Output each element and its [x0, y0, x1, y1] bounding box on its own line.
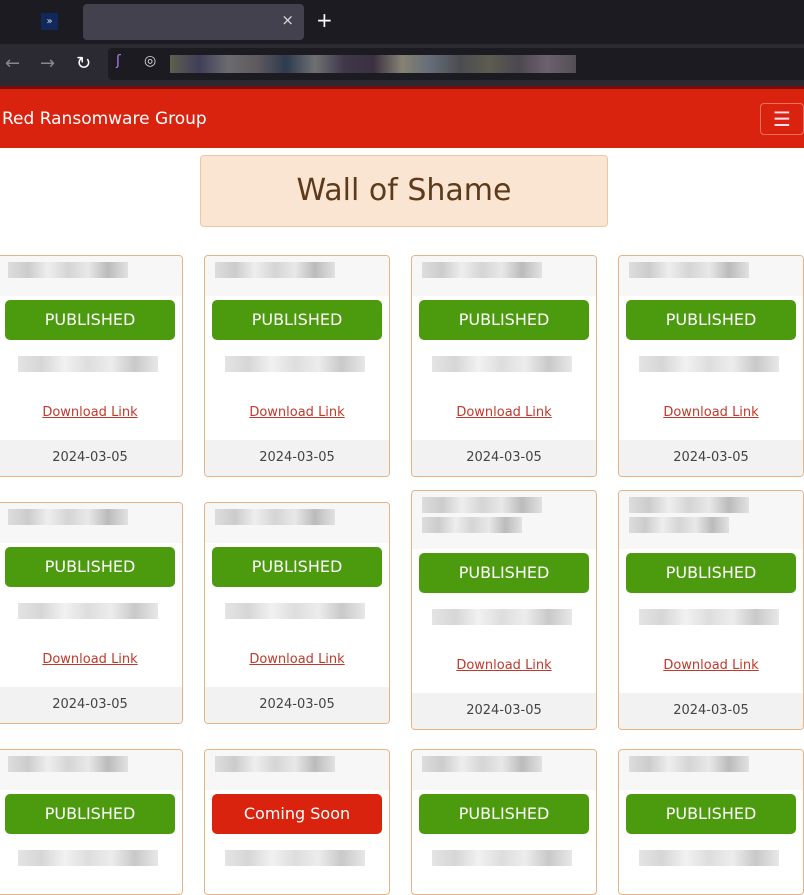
victim-card: PUBLISHED Download Link 2024-03-05	[618, 490, 804, 730]
status-badge[interactable]: PUBLISHED	[626, 553, 796, 593]
favicon-icon: »	[41, 13, 58, 30]
redacted-description	[412, 593, 596, 653]
redacted-description	[0, 587, 182, 647]
status-badge[interactable]: PUBLISHED	[626, 300, 796, 340]
status-badge[interactable]: Coming Soon	[212, 794, 382, 834]
status-badge[interactable]: PUBLISHED	[419, 553, 589, 593]
redacted-name	[0, 503, 182, 543]
redacted-description	[205, 340, 389, 400]
redacted-name	[205, 256, 389, 296]
redacted-description	[0, 834, 182, 894]
redacted-description	[0, 340, 182, 400]
date: 2024-03-05	[619, 693, 803, 729]
redacted-description	[619, 834, 803, 894]
menu-toggle-button[interactable]: ☰	[760, 103, 804, 135]
date: 2024-03-05	[205, 440, 389, 476]
victim-card: PUBLISHED Download Link 2024-03-05	[411, 255, 597, 477]
extension-icon[interactable]: ʃ	[116, 53, 121, 69]
browser-tab[interactable]: ×	[83, 4, 304, 40]
redacted-name	[0, 750, 182, 790]
status-badge[interactable]: PUBLISHED	[626, 794, 796, 834]
victim-card: PUBLISHED Download Link 2024-03-05	[204, 255, 390, 477]
victim-card: PUBLISHED Download Link 2024-03-05	[204, 502, 390, 724]
victim-card: PUBLISHED	[0, 749, 183, 895]
redacted-url	[170, 55, 576, 73]
redacted-name	[412, 256, 596, 296]
status-badge[interactable]: PUBLISHED	[419, 794, 589, 834]
reload-button[interactable]: ↻	[76, 53, 91, 74]
status-badge[interactable]: PUBLISHED	[212, 547, 382, 587]
date: 2024-03-05	[619, 440, 803, 476]
date: 2024-03-05	[0, 440, 182, 476]
date: 2024-03-05	[412, 693, 596, 729]
redacted-name	[619, 491, 803, 549]
date: 2024-03-05	[0, 687, 182, 723]
back-button[interactable]: ←	[5, 53, 20, 74]
redacted-name	[205, 503, 389, 543]
victim-card: PUBLISHED Download Link 2024-03-05	[618, 255, 804, 477]
redacted-description	[412, 340, 596, 400]
onion-icon[interactable]: ◎	[144, 53, 156, 69]
status-badge[interactable]: PUBLISHED	[419, 300, 589, 340]
status-badge[interactable]: PUBLISHED	[212, 300, 382, 340]
victim-card: PUBLISHED	[618, 749, 804, 895]
forward-button[interactable]: →	[40, 53, 55, 74]
victim-card: Coming Soon	[204, 749, 390, 895]
redacted-name	[619, 750, 803, 790]
redacted-description	[619, 593, 803, 653]
victim-card: PUBLISHED Download Link 2024-03-05	[0, 255, 183, 477]
redacted-description	[205, 834, 389, 894]
hamburger-icon: ☰	[773, 107, 791, 131]
tab-bar: » × +	[0, 0, 804, 44]
site-header: Red Ransomware Group ☰	[0, 86, 804, 148]
download-link[interactable]: Download Link	[619, 653, 803, 693]
redacted-name	[412, 750, 596, 790]
download-link[interactable]: Download Link	[205, 400, 389, 440]
status-badge[interactable]: PUBLISHED	[5, 547, 175, 587]
victim-card: PUBLISHED Download Link 2024-03-05	[411, 490, 597, 730]
victim-card: PUBLISHED Download Link 2024-03-05	[0, 502, 183, 724]
victim-card: PUBLISHED	[411, 749, 597, 895]
redacted-name	[0, 256, 182, 296]
download-link[interactable]: Download Link	[619, 400, 803, 440]
redacted-description	[619, 340, 803, 400]
date: 2024-03-05	[412, 440, 596, 476]
status-badge[interactable]: PUBLISHED	[5, 794, 175, 834]
download-link[interactable]: Download Link	[0, 400, 182, 440]
status-badge[interactable]: PUBLISHED	[5, 300, 175, 340]
download-link[interactable]: Download Link	[412, 653, 596, 693]
download-link[interactable]: Download Link	[205, 647, 389, 687]
redacted-description	[205, 587, 389, 647]
close-tab-icon[interactable]: ×	[281, 11, 294, 29]
redacted-name	[412, 491, 596, 549]
redacted-description	[412, 834, 596, 894]
download-link[interactable]: Download Link	[0, 647, 182, 687]
brand-link[interactable]: Red Ransomware Group	[2, 109, 207, 129]
redacted-name	[619, 256, 803, 296]
download-link[interactable]: Download Link	[412, 400, 596, 440]
date: 2024-03-05	[205, 687, 389, 723]
new-tab-button[interactable]: +	[316, 8, 333, 32]
redacted-name	[205, 750, 389, 790]
page-title: Wall of Shame	[200, 155, 608, 227]
